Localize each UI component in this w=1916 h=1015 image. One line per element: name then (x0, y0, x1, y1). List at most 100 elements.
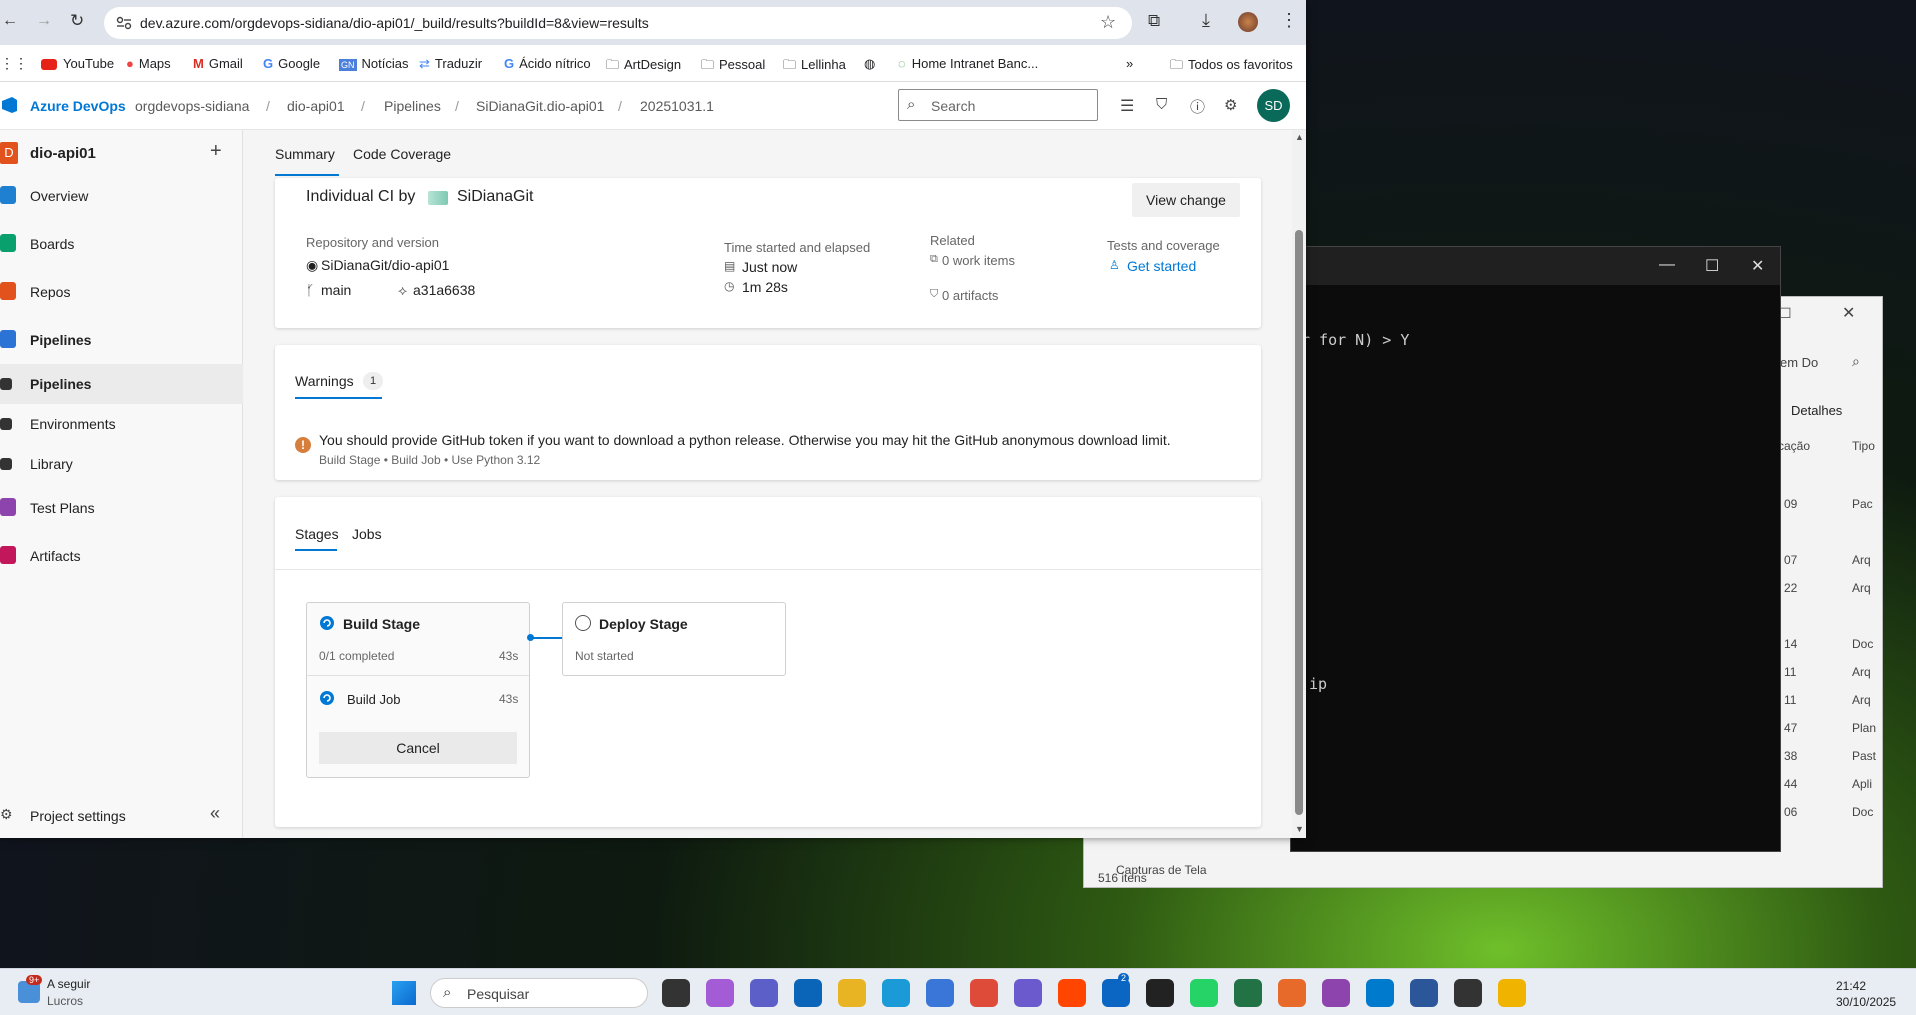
view-change-button[interactable]: View change (1132, 183, 1240, 217)
bookmark-gmail[interactable]: M Gmail (193, 56, 243, 71)
bookmark-maps[interactable]: ● Maps (126, 56, 171, 71)
tab-stages[interactable]: Stages (295, 526, 339, 542)
bookmark-intranet[interactable]: ◌ Home Intranet Banc... (898, 56, 1038, 71)
clock-time[interactable]: 21:42 (1836, 979, 1866, 993)
maximize-icon[interactable]: ☐ (1705, 256, 1719, 276)
breadcrumb-org[interactable]: orgdevops-sidiana (135, 98, 249, 114)
breadcrumb-pipeline[interactable]: SiDianaGit.dio-api01 (476, 98, 604, 114)
scroll-down-icon[interactable]: ▼ (1295, 824, 1304, 834)
reload-icon[interactable]: ↻ (70, 11, 84, 31)
explorer-row-type[interactable]: Arq (1852, 553, 1871, 567)
search-input[interactable]: ⌕ Search (898, 89, 1098, 121)
user-settings-icon[interactable]: ⚙ (1224, 96, 1237, 114)
trigger-user[interactable]: SiDianaGit (457, 188, 533, 206)
scroll-up-icon[interactable]: ▲ (1295, 132, 1304, 142)
sidebar-item-test-plans[interactable]: Test Plans (0, 488, 243, 528)
explorer-row-date[interactable]: 44 (1784, 777, 1797, 791)
explorer-row-type[interactable]: Doc (1852, 805, 1873, 819)
bookmark-youtube[interactable]: YouTube (41, 56, 114, 71)
bookmark-traduzir[interactable]: ⇄ Traduzir (419, 56, 482, 72)
scrollbar[interactable]: ▲ ▼ (1292, 130, 1306, 838)
forward-icon[interactable]: → (36, 12, 52, 30)
deploy-stage-card[interactable]: Deploy Stage Not started (562, 602, 786, 676)
add-icon[interactable]: + (210, 140, 222, 163)
build-stage-card[interactable]: Build Stage 0/1 completed 43s Build Job … (306, 602, 530, 778)
sidebar-item-pipelines[interactable]: Pipelines (0, 320, 243, 360)
star-icon[interactable]: ☆ (1100, 12, 1116, 33)
edge-icon[interactable] (882, 979, 910, 1007)
explorer-row-date[interactable]: 11 (1784, 665, 1796, 679)
amazon-icon[interactable] (1146, 979, 1174, 1007)
close-icon[interactable]: ✕ (1842, 303, 1855, 323)
explorer-row-date[interactable]: 14 (1784, 637, 1797, 651)
terminal-icon[interactable] (1454, 979, 1482, 1007)
explorer-row-type[interactable]: Pac (1852, 497, 1873, 511)
globe-icon[interactable]: ◍ (864, 56, 875, 72)
more-bookmarks-icon[interactable]: » (1126, 56, 1133, 71)
repo-link[interactable]: SiDianaGit/dio-api01 (321, 257, 449, 273)
terminal-titlebar[interactable]: — ☐ ✕ (1291, 247, 1780, 285)
menu-icon[interactable]: ⋮ (1280, 10, 1298, 31)
branch-name[interactable]: main (321, 282, 351, 298)
word-icon[interactable] (1410, 979, 1438, 1007)
chrome-icon[interactable] (970, 979, 998, 1007)
back-icon[interactable]: ← (2, 12, 18, 30)
clock-date[interactable]: 30/10/2025 (1836, 995, 1896, 1009)
podcast-icon[interactable] (1322, 979, 1350, 1007)
brand-link[interactable]: Azure DevOps (30, 98, 126, 114)
explorer-row-type[interactable]: Plan (1852, 721, 1876, 735)
explorer-row-date[interactable]: 47 (1784, 721, 1797, 735)
explorer-row-date[interactable]: 38 (1784, 749, 1797, 763)
widget-title[interactable]: A seguir (47, 977, 90, 991)
explorer-row-type[interactable]: Apli (1852, 777, 1872, 791)
col-location[interactable]: cação (1778, 439, 1810, 453)
breadcrumb-run[interactable]: 20251031.1 (640, 98, 714, 114)
tab-code-coverage[interactable]: Code Coverage (353, 146, 451, 162)
store-icon[interactable] (926, 979, 954, 1007)
explorer-row-date[interactable]: 11 (1784, 693, 1796, 707)
help-icon[interactable]: ⓘ (1190, 96, 1205, 117)
explorer-row-date[interactable]: 06 (1784, 805, 1797, 819)
explorer-row-date[interactable]: 22 (1784, 581, 1797, 595)
sidebar-item-environments[interactable]: Environments (0, 404, 243, 444)
profile-avatar[interactable] (1238, 12, 1258, 32)
commit-id[interactable]: a31a6638 (413, 282, 475, 298)
explorer-row-type[interactable]: Arq (1852, 665, 1871, 679)
bookmark-google[interactable]: G Google (263, 56, 320, 71)
build-job-name[interactable]: Build Job (347, 692, 400, 707)
explorer-row-type[interactable]: Doc (1852, 637, 1873, 651)
breadcrumb-pipelines[interactable]: Pipelines (384, 98, 441, 114)
excel-icon[interactable] (1234, 979, 1262, 1007)
artifacts-link[interactable]: 0 artifacts (942, 288, 998, 303)
linkedin-icon[interactable] (1102, 979, 1130, 1007)
warnings-tab[interactable]: Warnings (295, 373, 354, 389)
tab-jobs[interactable]: Jobs (352, 526, 382, 542)
teams-icon[interactable] (750, 979, 778, 1007)
sidebar-item-artifacts[interactable]: Artifacts (0, 536, 243, 576)
avatar[interactable]: SD (1257, 89, 1290, 122)
site-info-icon[interactable] (116, 16, 132, 30)
sidebar-item-overview[interactable]: Overview (0, 176, 243, 216)
details-button[interactable]: Detalhes (1791, 403, 1842, 418)
explorer-row-date[interactable]: 09 (1784, 497, 1797, 511)
azure-devops-logo-icon[interactable] (0, 96, 18, 114)
cancel-button[interactable]: Cancel (319, 732, 517, 764)
explorer-search[interactable]: em Do (1780, 355, 1818, 370)
explorer-row-date[interactable]: 07 (1784, 553, 1797, 567)
outlook-icon[interactable] (794, 979, 822, 1007)
bookmark-pessoal[interactable]: 🗀 Pessoal (701, 56, 765, 78)
explorer-row-type[interactable]: Arq (1852, 581, 1871, 595)
close-icon[interactable]: ✕ (1751, 256, 1764, 276)
col-type[interactable]: Tipo (1852, 439, 1875, 453)
reddit-icon[interactable] (1058, 979, 1086, 1007)
warning-source[interactable]: Build Stage • Build Job • Use Python 3.1… (319, 453, 540, 467)
bookmark-acido[interactable]: G Ácido nítrico (504, 56, 591, 71)
download-icon[interactable]: ⤓ (1202, 10, 1210, 31)
minimize-icon[interactable]: — (1659, 256, 1675, 274)
extensions-icon[interactable]: ⧉ (1148, 11, 1160, 31)
breadcrumb-project[interactable]: dio-api01 (287, 98, 345, 114)
bookmark-artdesign[interactable]: 🗀 ArtDesign (606, 56, 681, 78)
sidebar-item-library[interactable]: Library (0, 444, 243, 484)
security-icon[interactable] (1498, 979, 1526, 1007)
work-items-link[interactable]: 0 work items (942, 253, 1015, 268)
